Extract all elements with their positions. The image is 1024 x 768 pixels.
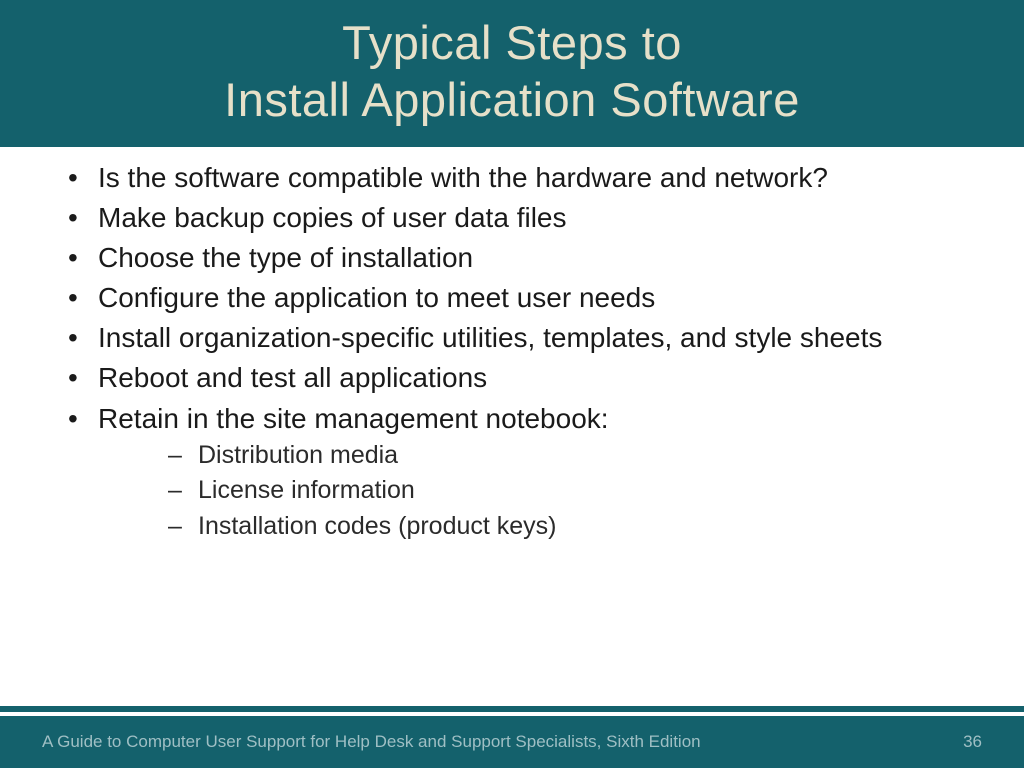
list-item: Is the software compatible with the hard… — [40, 161, 984, 195]
page-number: 36 — [963, 732, 982, 752]
sub-bullet-text: License information — [198, 476, 415, 504]
list-item: Configure the application to meet user n… — [40, 281, 984, 315]
sub-list-item: Distribution media — [98, 438, 984, 474]
bullet-text: Configure the application to meet user n… — [98, 282, 655, 313]
list-item: Install organization-specific utilities,… — [40, 321, 984, 355]
bullet-text: Is the software compatible with the hard… — [98, 162, 828, 193]
bullet-text: Install organization-specific utilities,… — [98, 322, 882, 353]
slide: Typical Steps to Install Application Sof… — [0, 0, 1024, 768]
sub-list-item: Installation codes (product keys) — [98, 509, 984, 545]
bullet-text: Make backup copies of user data files — [98, 202, 566, 233]
list-item: Make backup copies of user data files — [40, 201, 984, 235]
bullet-text: Reboot and test all applications — [98, 362, 487, 393]
title-line-1: Typical Steps to — [20, 14, 1004, 71]
bullet-text: Retain in the site management notebook: — [98, 403, 609, 434]
footer-divider — [0, 712, 1024, 716]
bullet-text: Choose the type of installation — [98, 242, 473, 273]
list-item: Retain in the site management notebook: … — [40, 402, 984, 545]
list-item: Reboot and test all applications — [40, 361, 984, 395]
footer-text: A Guide to Computer User Support for Hel… — [42, 732, 701, 752]
bullet-list: Is the software compatible with the hard… — [40, 161, 984, 545]
sub-bullet-list: Distribution media License information I… — [98, 438, 984, 545]
list-item: Choose the type of installation — [40, 241, 984, 275]
title-line-2: Install Application Software — [20, 71, 1004, 128]
slide-footer: A Guide to Computer User Support for Hel… — [0, 716, 1024, 768]
sub-bullet-text: Installation codes (product keys) — [198, 512, 557, 540]
sub-bullet-text: Distribution media — [198, 441, 398, 469]
sub-list-item: License information — [98, 473, 984, 509]
slide-body: Is the software compatible with the hard… — [0, 147, 1024, 716]
slide-title: Typical Steps to Install Application Sof… — [0, 0, 1024, 147]
